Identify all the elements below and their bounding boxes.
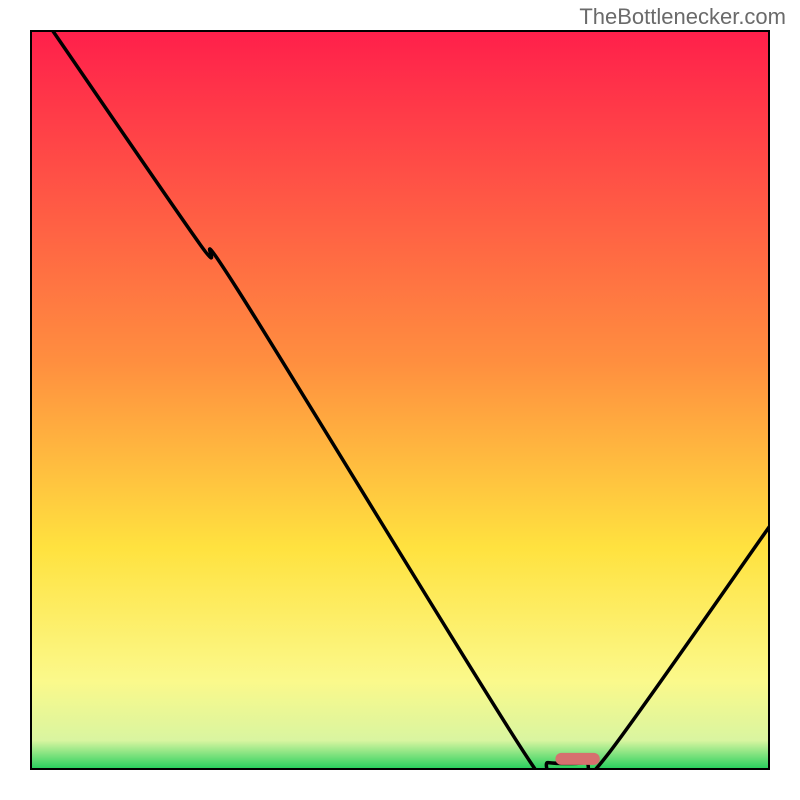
chart-area [30, 30, 770, 770]
watermark-text: TheBottlenecker.com [579, 4, 786, 30]
chart-svg [30, 30, 770, 770]
plot-background [30, 30, 770, 770]
optimal-marker [555, 753, 599, 765]
